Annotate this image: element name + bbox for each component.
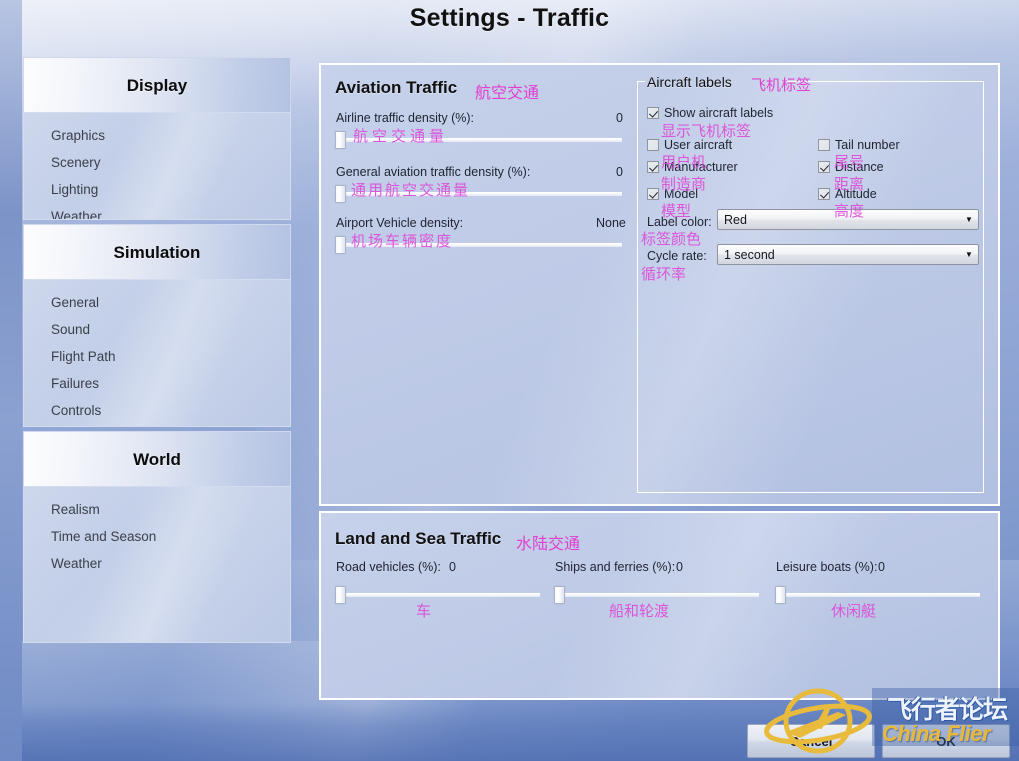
annotation-leisure-boats-cn: 休闲艇 bbox=[831, 602, 877, 620]
sidebar-item-flight-path[interactable]: Flight Path bbox=[45, 344, 122, 370]
groupbox-border-top-left bbox=[637, 81, 645, 82]
sidebar-item-weather[interactable]: Weather bbox=[45, 204, 108, 219]
checkbox-tail-number[interactable]: Tail number bbox=[818, 138, 900, 152]
annotation-show-labels-cn: 显示飞机标签 bbox=[661, 122, 752, 140]
road-vehicles-value: 0 bbox=[449, 560, 456, 574]
aviation-traffic-panel: Aviation Traffic 航空交通 Airline traffic de… bbox=[319, 63, 1000, 506]
annotation-airport-vehicle-cn: 机场车辆密度 bbox=[351, 232, 454, 250]
slider-track bbox=[562, 593, 759, 597]
groupbox-border-top-right bbox=[781, 81, 984, 82]
page-title: Settings - Traffic bbox=[409, 4, 610, 32]
annotation-model-cn: 模型 bbox=[661, 202, 692, 220]
annotation-cycle-rate-cn: 循环率 bbox=[641, 265, 687, 283]
checkbox-box-icon[interactable] bbox=[647, 161, 659, 173]
aircraft-labels-title-cn: 飞机标签 bbox=[751, 76, 812, 94]
sidebar-item-realism[interactable]: Realism bbox=[45, 497, 106, 523]
cancel-button[interactable]: Cancel bbox=[747, 724, 875, 758]
sidebar-group-header-display: Display bbox=[23, 57, 291, 112]
settings-sidebar: Display Graphics Scenery Lighting Weathe… bbox=[23, 57, 291, 643]
slider-thumb[interactable] bbox=[775, 586, 786, 604]
annotation-distance-cn: 距离 bbox=[834, 175, 865, 193]
general-aviation-density-label: General aviation traffic density (%): bbox=[336, 165, 531, 179]
sidebar-group-header-world: World bbox=[23, 431, 291, 486]
slider-thumb[interactable] bbox=[335, 131, 346, 149]
aircraft-labels-title: Aircraft labels bbox=[647, 74, 732, 90]
chevron-down-icon[interactable]: ▼ bbox=[960, 250, 978, 259]
slider-thumb[interactable] bbox=[554, 586, 565, 604]
checkbox-box-icon[interactable] bbox=[818, 188, 830, 200]
checkbox-box-icon[interactable] bbox=[818, 161, 830, 173]
airport-vehicle-density-label: Airport Vehicle density: bbox=[336, 216, 464, 230]
ok-button[interactable]: OK bbox=[882, 724, 1010, 758]
general-aviation-density-value: 0 bbox=[616, 165, 623, 179]
checkbox-show-aircraft-labels[interactable]: Show aircraft labels bbox=[647, 106, 773, 120]
annotation-general-aviation-cn: 通用航空交通量 bbox=[351, 181, 471, 199]
annotation-ships-ferries-cn: 船和轮渡 bbox=[609, 602, 670, 620]
slider-track bbox=[343, 593, 540, 597]
road-vehicles-label: Road vehicles (%): bbox=[336, 560, 441, 574]
chevron-down-icon[interactable]: ▼ bbox=[960, 215, 978, 224]
annotation-tail-number-cn: 尾号 bbox=[834, 153, 865, 171]
checkbox-label: Tail number bbox=[835, 138, 900, 152]
land-sea-section-title-cn: 水陆交通 bbox=[516, 534, 581, 553]
checkbox-box-icon[interactable] bbox=[818, 139, 830, 151]
sidebar-item-scenery[interactable]: Scenery bbox=[45, 150, 107, 176]
airport-vehicle-density-value: None bbox=[596, 216, 626, 230]
sidebar-group-list-world: Realism Time and Season Weather bbox=[23, 486, 291, 643]
sidebar-group-list-display: Graphics Scenery Lighting Weather Traffi… bbox=[23, 112, 291, 220]
sidebar-item-controls[interactable]: Controls bbox=[45, 398, 107, 424]
airline-traffic-density-label: Airline traffic density (%): bbox=[336, 111, 475, 125]
annotation-altitude-cn: 高度 bbox=[834, 202, 865, 220]
sidebar-item-time-and-season[interactable]: Time and Season bbox=[45, 524, 162, 550]
sidebar-item-general[interactable]: General bbox=[45, 290, 105, 316]
ok-button-label: OK bbox=[936, 733, 956, 749]
land-and-sea-traffic-panel: Land and Sea Traffic 水陆交通 Road vehicles … bbox=[319, 511, 1000, 700]
checkbox-label: Show aircraft labels bbox=[664, 106, 774, 120]
cycle-rate-value: 1 second bbox=[724, 247, 775, 262]
leisure-boats-slider[interactable] bbox=[775, 586, 980, 604]
slider-track bbox=[783, 593, 980, 597]
cancel-button-label: Cancel bbox=[789, 733, 833, 749]
checkbox-box-icon[interactable] bbox=[647, 107, 659, 119]
annotation-user-aircraft-cn: 用户机 bbox=[661, 153, 707, 171]
slider-thumb[interactable] bbox=[335, 236, 346, 254]
sidebar-group-list-simulation: General Sound Flight Path Failures Contr… bbox=[23, 279, 291, 427]
ships-ferries-label: Ships and ferries (%): bbox=[555, 560, 676, 574]
checkbox-box-icon[interactable] bbox=[647, 139, 659, 151]
sidebar-item-failures[interactable]: Failures bbox=[45, 371, 105, 397]
road-vehicles-slider[interactable] bbox=[335, 586, 540, 604]
ships-ferries-value: 0 bbox=[676, 560, 683, 574]
cycle-rate-label: Cycle rate: bbox=[647, 249, 707, 263]
slider-thumb[interactable] bbox=[335, 185, 346, 203]
checkbox-box-icon[interactable] bbox=[647, 188, 659, 200]
aviation-section-title: Aviation Traffic bbox=[335, 78, 458, 97]
sidebar-item-sound[interactable]: Sound bbox=[45, 317, 96, 343]
leisure-boats-value: 0 bbox=[878, 560, 885, 574]
annotation-airline-density-cn: 航空交通量 bbox=[353, 127, 449, 145]
leisure-boats-label: Leisure boats (%): bbox=[776, 560, 878, 574]
land-sea-section-title: Land and Sea Traffic bbox=[335, 529, 502, 548]
annotation-label-color-cn: 标签颜色 bbox=[641, 230, 702, 248]
annotation-road-vehicles-cn: 车 bbox=[416, 602, 432, 620]
cycle-rate-dropdown[interactable]: 1 second ▼ bbox=[717, 244, 979, 265]
aviation-section-title-cn: 航空交通 bbox=[475, 83, 540, 102]
slider-thumb[interactable] bbox=[335, 586, 346, 604]
airline-traffic-density-value: 0 bbox=[616, 111, 623, 125]
sidebar-group-header-simulation: Simulation bbox=[23, 224, 291, 279]
sidebar-item-lighting[interactable]: Lighting bbox=[45, 177, 104, 203]
sidebar-item-world-weather[interactable]: Weather bbox=[45, 551, 108, 577]
sidebar-item-graphics[interactable]: Graphics bbox=[45, 123, 111, 149]
annotation-manufacturer-cn: 制造商 bbox=[661, 175, 707, 193]
